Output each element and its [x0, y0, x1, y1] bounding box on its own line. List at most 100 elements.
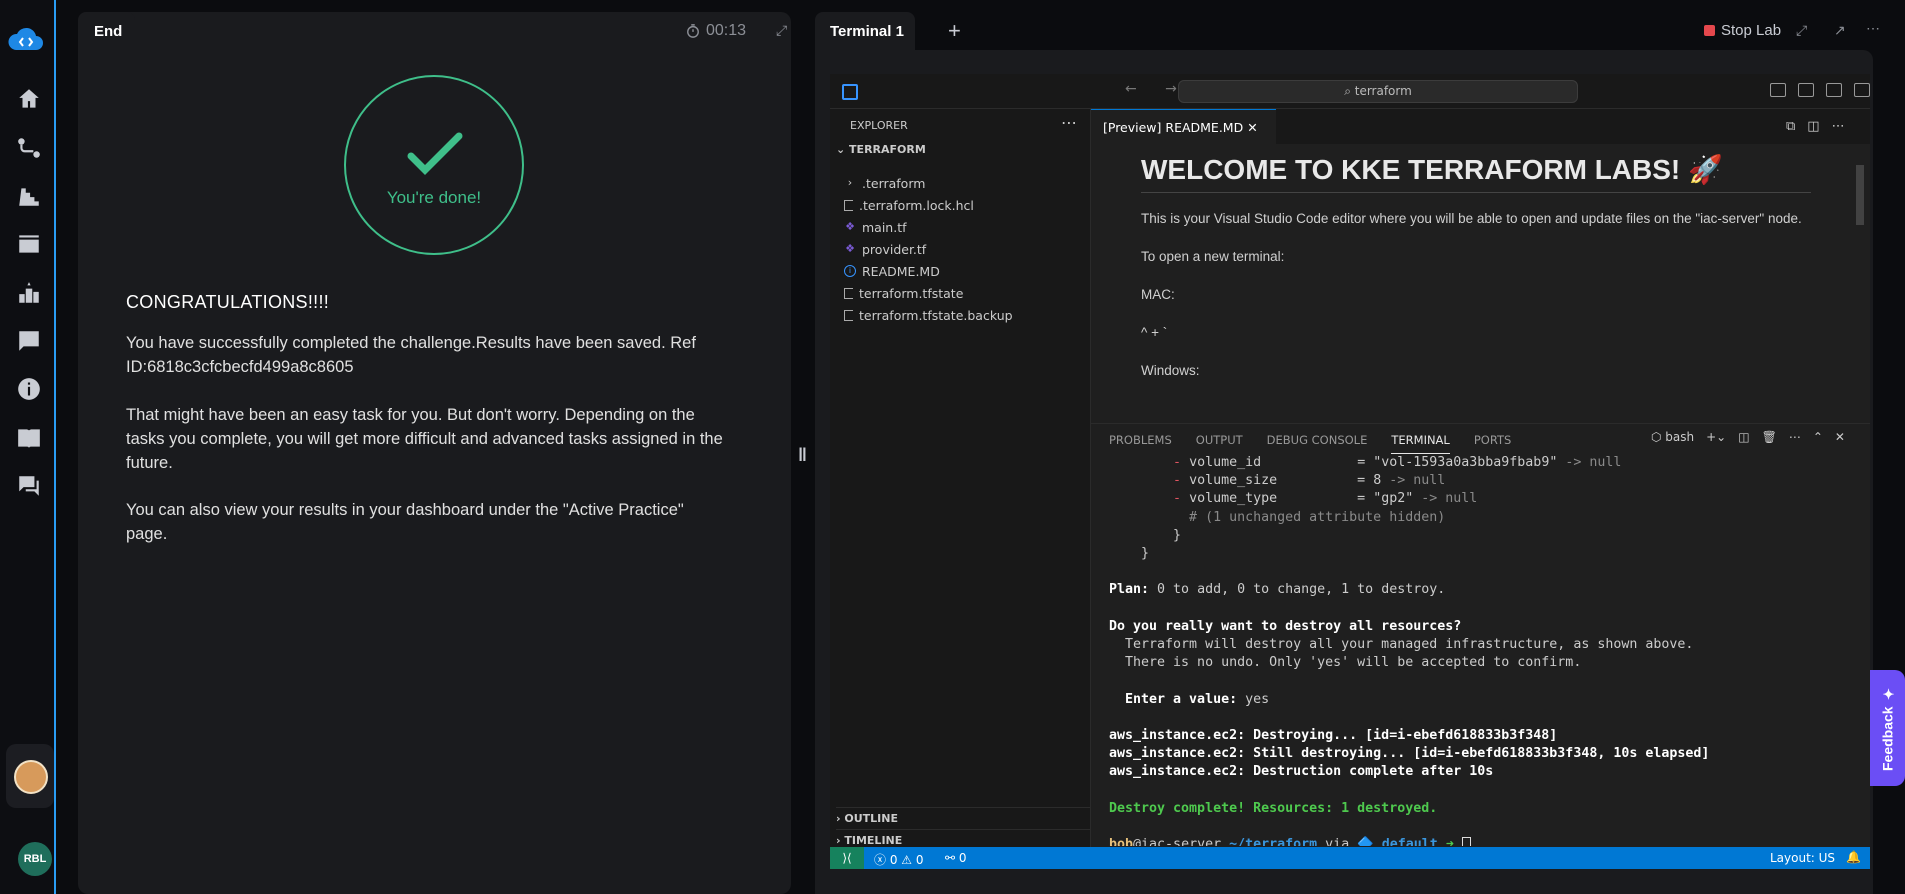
split-terminal-icon[interactable]: ◫: [1738, 430, 1749, 444]
info-icon[interactable]: [14, 374, 44, 404]
editor-scrollbar[interactable]: [1856, 165, 1864, 225]
panel-actions: ⬡ bash +⌄ ◫ 🗑 ⋯ ⌃ ✕: [1651, 430, 1845, 444]
open-external-icon[interactable]: ↗: [1834, 22, 1850, 38]
stop-lab-button[interactable]: Stop Lab: [1704, 22, 1781, 39]
editor-more-icon[interactable]: ⋯: [1832, 119, 1845, 134]
checkmark-icon: [407, 132, 463, 175]
customize-layout-icon[interactable]: [1770, 83, 1786, 97]
new-terminal-icon[interactable]: +⌄: [1706, 430, 1726, 444]
terminal-output[interactable]: - volume_id = "vol-1593a0a3bba9fbab9" ->…: [1109, 454, 1859, 846]
toggle-secondary-icon[interactable]: [1854, 83, 1870, 97]
tab-terminal[interactable]: TERMINAL: [1391, 424, 1450, 454]
keyboard-layout[interactable]: Layout: US: [1770, 851, 1835, 865]
roadmap-icon[interactable]: [14, 133, 44, 163]
readme-preview: WELCOME TO KKE TERRAFORM LABS! 🚀 This is…: [1141, 153, 1811, 397]
tab-problems[interactable]: PROBLEMS: [1109, 424, 1172, 454]
chat-icon[interactable]: [14, 471, 44, 501]
file-icon: [844, 309, 853, 321]
readme-paragraph: Windows:: [1141, 363, 1200, 378]
tab-terminal-1[interactable]: Terminal 1: [815, 12, 915, 52]
command-search[interactable]: ⌕ terraform: [1178, 80, 1578, 103]
panel-resize-handle[interactable]: ‖: [798, 445, 807, 466]
close-icon[interactable]: ✕: [1247, 120, 1257, 135]
readme-heading: WELCOME TO KKE TERRAFORM LABS! 🚀: [1141, 153, 1811, 193]
remote-icon[interactable]: ⟩⟨: [830, 847, 864, 869]
kodekloud-logo-icon[interactable]: [6, 22, 46, 62]
file-item[interactable]: ❖ provider.tf: [844, 239, 926, 259]
split-editor-icon[interactable]: ◫: [1807, 119, 1819, 134]
user-initials-badge[interactable]: RBL: [18, 842, 52, 876]
expand-icon[interactable]: ⤢: [776, 22, 792, 38]
panel-more-icon[interactable]: ⋯: [1789, 430, 1801, 444]
book-icon[interactable]: [14, 423, 44, 453]
vscode-titlebar: ← → ⌕ terraform: [830, 74, 1870, 109]
timer-value: 00:13: [706, 22, 747, 39]
more-icon[interactable]: ⋯: [1866, 20, 1882, 36]
toggle-panel-icon[interactable]: [1826, 83, 1842, 97]
feedback-button[interactable]: Feedback ✦: [1870, 670, 1905, 786]
leaderboard-icon[interactable]: [14, 278, 44, 308]
tab-debug-console[interactable]: DEBUG CONSOLE: [1267, 424, 1368, 454]
editor-area: [Preview] README.MD ✕ ⧉ ◫ ⋯ WELCOME TO KKE…: [1091, 109, 1870, 423]
trash-icon[interactable]: 🗑: [1762, 430, 1777, 444]
result-message: You have successfully completed the chal…: [126, 334, 696, 376]
outline-section[interactable]: › OUTLINE: [836, 807, 1091, 825]
readme-paragraph: To open a new terminal:: [1141, 249, 1285, 264]
problems-status[interactable]: ⓧ 0 ⚠ 0: [874, 851, 924, 868]
folder-root[interactable]: ⌄ TERRAFORM: [836, 143, 926, 156]
close-panel-icon[interactable]: ✕: [1835, 430, 1845, 444]
tab-ports[interactable]: PORTS: [1474, 424, 1511, 454]
tab-readme-preview[interactable]: [Preview] README.MD ✕: [1091, 109, 1276, 144]
info-icon: i: [844, 265, 856, 277]
add-tab-button[interactable]: +: [948, 18, 961, 44]
file-item[interactable]: terraform.tfstate.backup: [844, 305, 1013, 325]
terminal-cursor: [1461, 836, 1471, 846]
courses-icon[interactable]: [14, 229, 44, 259]
chevron-right-icon: ›: [847, 176, 853, 189]
dashboard-message: You can also view your results in your d…: [126, 501, 684, 543]
explorer-sidebar: EXPLORER ⋯ ⌄ TERRAFORM › .terraform .terr…: [830, 109, 1091, 847]
terraform-icon: ❖: [845, 242, 855, 255]
ports-status[interactable]: ⚯ 0: [945, 851, 967, 865]
avatar[interactable]: [14, 760, 48, 794]
maximize-panel-icon[interactable]: ⌃: [1813, 430, 1823, 444]
file-item[interactable]: .terraform.lock.hcl: [844, 195, 974, 215]
shell-selector[interactable]: ⬡ bash: [1651, 430, 1694, 444]
timeline-section[interactable]: › TIMELINE: [836, 829, 1091, 847]
layout-controls[interactable]: [1770, 83, 1870, 97]
file-item[interactable]: terraform.tfstate: [844, 283, 963, 303]
toggle-sidebar-icon[interactable]: [1798, 83, 1814, 97]
explorer-title: EXPLORER: [850, 119, 908, 132]
tab-end[interactable]: End: [78, 12, 135, 50]
timer: 00:13: [686, 22, 746, 40]
explorer-more-icon[interactable]: ⋯: [1061, 113, 1077, 132]
stop-icon: [1704, 25, 1715, 36]
readme-paragraph: MAC:: [1141, 287, 1175, 302]
fullscreen-icon[interactable]: ⤢: [1796, 22, 1812, 38]
readme-paragraph: This is your Visual Studio Code editor w…: [1141, 211, 1802, 226]
file-icon: [844, 199, 853, 211]
file-item[interactable]: ❖ main.tf: [844, 217, 906, 237]
vscode-window: ← → ⌕ terraform EXPLORER ⋯ ⌄ TERRAFORM ›…: [830, 74, 1870, 869]
file-item[interactable]: i README.MD: [844, 261, 940, 281]
file-item[interactable]: › .terraform: [844, 173, 926, 193]
difficulty-message: That might have been an easy task for yo…: [126, 406, 723, 472]
app-sidebar: RBL: [0, 0, 56, 894]
file-icon: [844, 287, 853, 299]
readme-paragraph: ^ + `: [1141, 325, 1168, 340]
tab-output[interactable]: OUTPUT: [1196, 424, 1243, 454]
panel-tabs: PROBLEMS OUTPUT DEBUG CONSOLE TERMINAL P…: [1109, 424, 1511, 454]
notes-icon[interactable]: [14, 326, 44, 356]
done-text: You're done!: [386, 188, 482, 207]
bell-icon[interactable]: 🔔: [1846, 850, 1861, 864]
stopwatch-icon: [687, 24, 699, 38]
bottom-panel: PROBLEMS OUTPUT DEBUG CONSOLE TERMINAL P…: [1091, 423, 1870, 847]
stairs-icon[interactable]: [14, 181, 44, 211]
congrats-heading: CONGRATULATIONS!!!!: [126, 292, 330, 312]
vscode-menu-icon[interactable]: [842, 84, 858, 100]
editor-actions[interactable]: ⧉ ◫ ⋯: [1786, 119, 1845, 134]
home-icon[interactable]: [14, 84, 44, 114]
open-source-icon[interactable]: ⧉: [1786, 119, 1795, 134]
sparkle-icon: ✦: [1879, 684, 1896, 701]
stop-lab-label: Stop Lab: [1721, 22, 1782, 39]
